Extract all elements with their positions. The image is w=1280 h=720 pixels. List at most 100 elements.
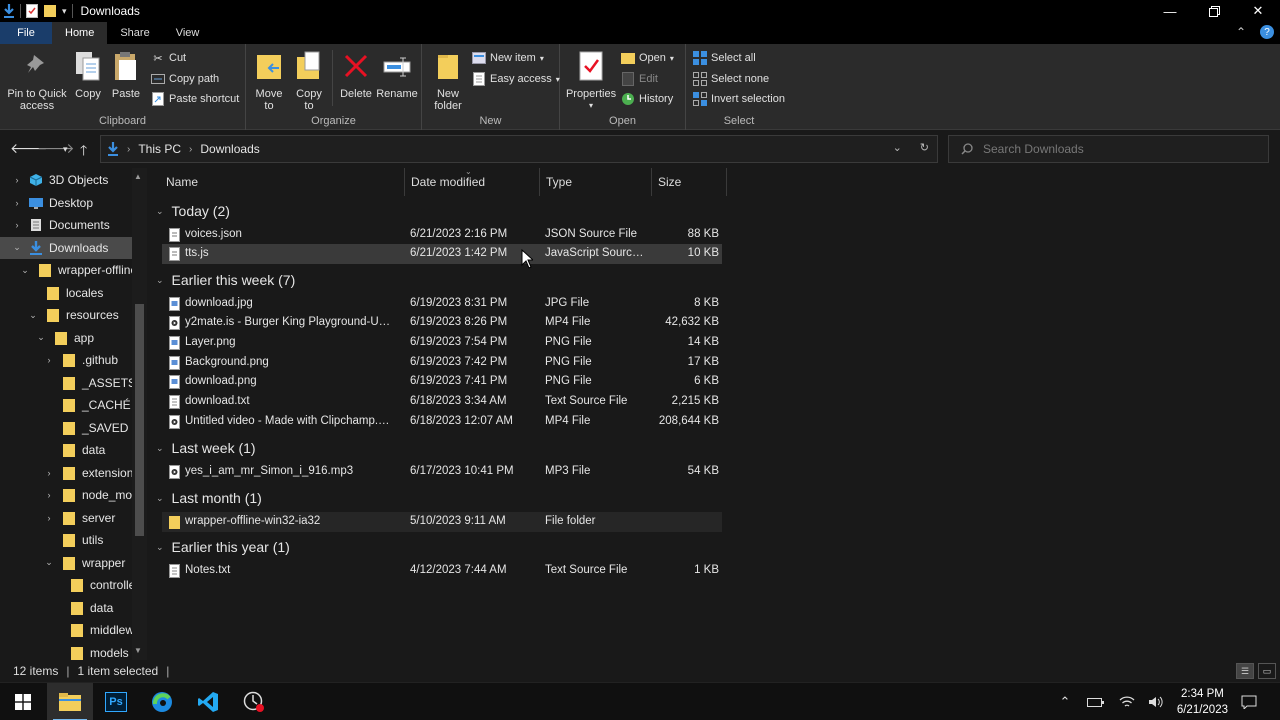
taskbar-vscode[interactable] (185, 683, 231, 720)
forward-button[interactable]: 🡒 (37, 140, 75, 157)
paste-button[interactable]: Paste (110, 48, 142, 100)
nav-item[interactable]: ⌄ wrapper-offline (0, 259, 132, 281)
edit-button[interactable]: Edit (621, 70, 658, 88)
nav-scrollbar[interactable]: ▲ ▼ (132, 168, 147, 660)
nav-item[interactable]: › server (0, 507, 132, 529)
file-row[interactable]: Untitled video - Made with Clipchamp.m..… (162, 412, 722, 432)
file-row[interactable]: yes_i_am_mr_Simon_i_916.mp3 6/17/2023 10:… (162, 462, 722, 482)
breadcrumb-this-pc[interactable]: This PC (138, 142, 181, 156)
nav-item[interactable]: › 3D Objects (0, 169, 132, 191)
nav-item[interactable]: utils (0, 529, 132, 551)
properties-button[interactable]: Properties ▾ (566, 48, 616, 112)
file-row[interactable]: y2mate.is - Burger King Playground-USP..… (162, 313, 722, 333)
tab-file[interactable]: File (0, 22, 52, 44)
tab-share[interactable]: Share (107, 22, 162, 44)
select-all-button[interactable]: Select all (693, 49, 756, 67)
nav-item[interactable]: ⌄ app (0, 327, 132, 349)
file-row[interactable]: Notes.txt 4/12/2023 7:44 AM Text Source Fi… (162, 561, 722, 581)
file-row[interactable]: download.jpg 6/19/2023 8:31 PM JPG File 8 K… (162, 294, 722, 314)
group-header[interactable]: ⌄ Last month (1) (148, 487, 262, 509)
start-button[interactable] (0, 683, 46, 720)
file-row[interactable]: tts.js 6/21/2023 1:42 PM JavaScript Source… (162, 244, 722, 265)
properties-icon[interactable] (26, 4, 38, 18)
group-collapse-chevron-icon[interactable]: ⌄ (156, 443, 164, 454)
refresh-icon[interactable]: ↻ (920, 141, 929, 154)
breadcrumb-downloads[interactable]: Downloads (200, 142, 259, 156)
nav-item[interactable]: controllers (0, 574, 132, 596)
scroll-up-icon[interactable]: ▲ (134, 172, 142, 181)
help-icon[interactable]: ? (1260, 25, 1274, 39)
new-item-button[interactable]: New item ▾ (472, 49, 544, 67)
new-folder-icon[interactable] (43, 4, 57, 18)
file-row[interactable]: download.png 6/19/2023 7:41 PM PNG File 6 K… (162, 372, 722, 392)
collapse-ribbon-chevron-icon[interactable]: ⌃ (1236, 25, 1246, 39)
details-view-button[interactable]: ☰ (1236, 663, 1254, 679)
pin-to-quick-access-button[interactable]: Pin to Quick access (4, 48, 70, 112)
rename-button[interactable]: Rename (376, 48, 418, 100)
group-header[interactable]: ⌄ Earlier this year (1) (148, 536, 290, 558)
column-header-size[interactable]: Size (652, 168, 727, 196)
close-button[interactable]: ✕ (1236, 0, 1280, 22)
expand-chevron-icon[interactable]: › (44, 355, 54, 365)
up-button[interactable]: 🡑 (80, 140, 87, 164)
taskbar-file-explorer[interactable] (47, 683, 93, 720)
show-hidden-icons-button[interactable]: ⌃ (1055, 683, 1075, 720)
history-button[interactable]: History (621, 90, 673, 108)
breadcrumb-separator-icon[interactable]: › (127, 144, 130, 155)
nav-item[interactable]: locales (0, 282, 132, 304)
easy-access-button[interactable]: Easy access ▾ (472, 70, 560, 88)
expand-chevron-icon[interactable]: › (44, 490, 54, 500)
group-collapse-chevron-icon[interactable]: ⌄ (156, 275, 164, 286)
wifi-icon[interactable] (1116, 683, 1138, 720)
column-header-name[interactable]: Name (160, 168, 405, 196)
taskbar-photoshop[interactable]: Ps (93, 683, 139, 720)
address-bar[interactable]: › This PC › Downloads ⌄ ↻ (100, 135, 938, 163)
group-header[interactable]: ⌄ Earlier this week (7) (148, 269, 295, 291)
large-icons-view-button[interactable]: ▭ (1258, 663, 1276, 679)
collapse-chevron-icon[interactable]: ⌄ (28, 310, 38, 321)
collapse-chevron-icon[interactable]: ⌄ (44, 557, 54, 568)
nav-item[interactable]: data (0, 439, 132, 461)
column-header-date[interactable]: Date modified ⌄ (405, 167, 540, 196)
expand-chevron-icon[interactable]: › (12, 198, 22, 208)
nav-item[interactable]: › .github (0, 349, 132, 371)
expand-chevron-icon[interactable]: › (12, 220, 22, 230)
taskbar-obs[interactable] (231, 683, 277, 720)
nav-item[interactable]: ⌄ Downloads (0, 236, 132, 259)
expand-chevron-icon[interactable]: › (12, 175, 22, 185)
group-collapse-chevron-icon[interactable]: ⌄ (156, 206, 164, 217)
open-button[interactable]: Open ▾ (621, 49, 674, 67)
minimize-button[interactable]: — (1148, 0, 1192, 22)
move-to-button[interactable]: Move to (252, 48, 286, 112)
delete-button[interactable]: Delete (336, 48, 376, 100)
nav-item[interactable]: _ASSETS (0, 372, 132, 394)
restore-button[interactable] (1192, 0, 1236, 22)
search-box[interactable] (948, 135, 1269, 163)
file-row[interactable]: wrapper-offline-win32-ia32 5/10/2023 9:11… (162, 511, 722, 532)
nav-item[interactable]: data (0, 597, 132, 619)
cut-button[interactable]: ✂ Cut (151, 49, 186, 67)
collapse-chevron-icon[interactable]: ⌄ (12, 242, 22, 253)
search-input[interactable] (983, 142, 1243, 156)
nav-item[interactable]: models (0, 642, 132, 661)
nav-item[interactable]: › node_modules (0, 484, 132, 506)
nav-item[interactable]: middleware (0, 619, 132, 641)
expand-chevron-icon[interactable]: › (44, 513, 54, 523)
battery-icon[interactable] (1085, 683, 1107, 720)
nav-item[interactable]: _SAVED (0, 417, 132, 439)
taskbar-edge[interactable] (139, 683, 185, 720)
notification-center-icon[interactable] (1238, 683, 1260, 720)
paste-shortcut-button[interactable]: Paste shortcut (151, 90, 239, 108)
scroll-down-icon[interactable]: ▼ (134, 646, 142, 655)
group-header[interactable]: ⌄ Last week (1) (148, 437, 256, 459)
tab-view[interactable]: View (163, 22, 213, 44)
invert-selection-button[interactable]: Invert selection (693, 90, 785, 108)
downloads-arrow-icon[interactable] (3, 4, 15, 18)
volume-icon[interactable] (1145, 683, 1167, 720)
select-none-button[interactable]: Select none (693, 70, 769, 88)
customize-toolbar-chevron-icon[interactable]: ▾ (62, 6, 67, 17)
column-header-type[interactable]: Type (540, 168, 652, 196)
copy-path-button[interactable]: Copy path (151, 70, 219, 88)
file-row[interactable]: Background.png 6/19/2023 7:42 PM PNG File 1… (162, 353, 722, 373)
file-row[interactable]: voices.json 6/21/2023 2:16 PM JSON Source … (162, 225, 722, 245)
